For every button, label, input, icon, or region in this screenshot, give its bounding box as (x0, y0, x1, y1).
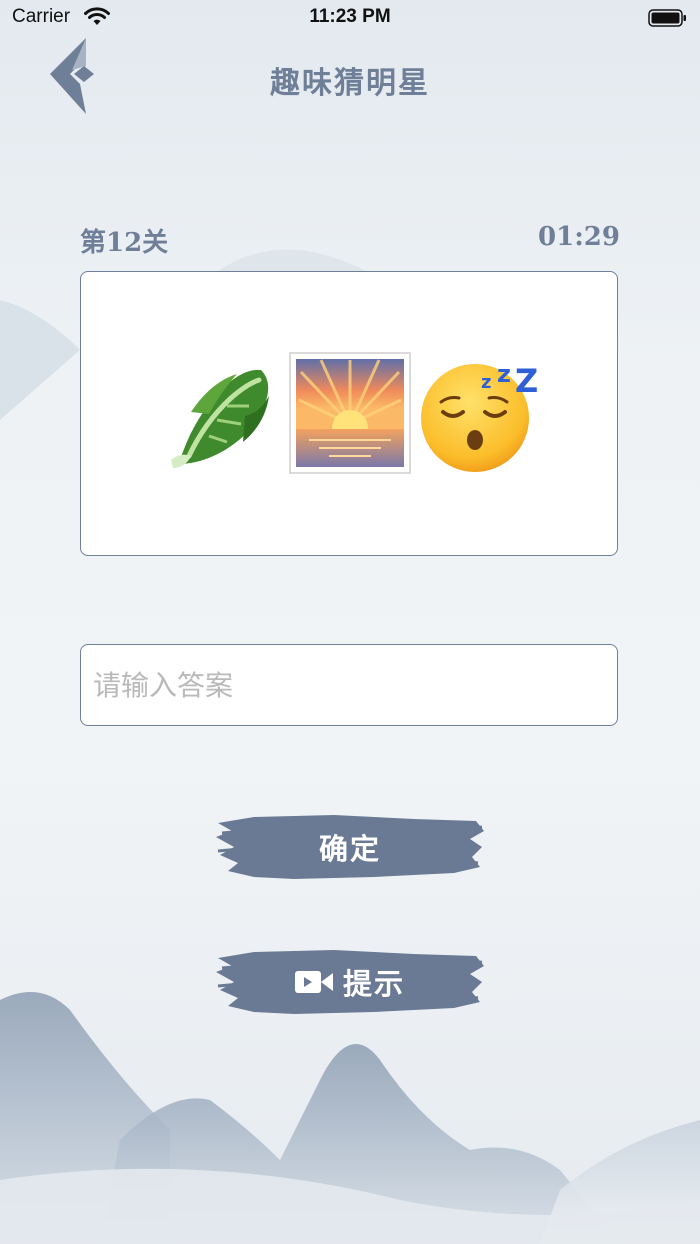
hint-button[interactable]: 提示 (214, 946, 486, 1018)
leafy-green-emoji (171, 369, 269, 468)
level-label: 第12关 (80, 228, 169, 258)
video-camera-icon (294, 971, 333, 993)
answer-input[interactable] (80, 644, 618, 726)
page-title: 趣味猜明星 (270, 66, 430, 101)
battery-icon (648, 9, 686, 27)
puzzle-card: z z Z (80, 271, 618, 556)
hint-label: 提示 (342, 967, 405, 1001)
emoji-row: z z Z (81, 352, 617, 482)
confirm-button[interactable]: 确定 (214, 811, 486, 883)
status-bar: Carrier 11:23 PM (0, 0, 700, 36)
countdown-timer: 01:29 (538, 222, 620, 252)
svg-text:z: z (481, 372, 491, 393)
svg-text:Z: Z (515, 362, 538, 400)
status-time: 11:23 PM (309, 6, 391, 27)
sunrise-emoji (289, 352, 411, 474)
mountain-background (0, 249, 700, 1244)
sleeping-face-emoji: z z Z (421, 360, 538, 472)
confirm-label: 确定 (318, 832, 381, 866)
svg-text:z: z (497, 360, 511, 388)
